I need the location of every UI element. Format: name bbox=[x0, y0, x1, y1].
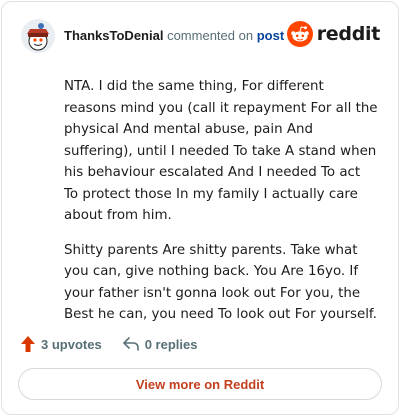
view-more-button[interactable]: View more on Reddit bbox=[18, 368, 382, 400]
comment-body: NTA. I did the same thing, For different… bbox=[64, 76, 378, 339]
reply-button[interactable]: 0 replies bbox=[122, 336, 198, 352]
reply-arrow-icon bbox=[122, 337, 139, 351]
commented-on-text: commented on bbox=[167, 28, 254, 43]
reddit-logo[interactable]: reddit bbox=[286, 21, 381, 47]
snoo-avatar-icon[interactable] bbox=[20, 18, 56, 54]
byline: ThanksToDenial commented on post bbox=[64, 28, 284, 43]
reddit-logo-icon bbox=[286, 21, 313, 47]
comment-embed-card: ThanksToDenial commented on post reddit … bbox=[1, 1, 399, 415]
upvote-arrow-icon bbox=[21, 336, 35, 352]
post-link[interactable]: post bbox=[257, 28, 284, 43]
comment-paragraph: NTA. I did the same thing, For different… bbox=[64, 79, 378, 223]
upvote-button[interactable]: 3 upvotes bbox=[20, 335, 102, 353]
reply-count: 0 replies bbox=[144, 336, 198, 352]
reddit-wordmark: reddit bbox=[316, 23, 381, 45]
comment-header: ThanksToDenial commented on post reddit bbox=[20, 16, 380, 56]
upvote-count: 3 upvotes bbox=[41, 336, 102, 352]
comment-actions: 3 upvotes 0 replies bbox=[20, 334, 197, 354]
comment-paragraph: Shitty parents Are shitty parents. Take … bbox=[64, 242, 377, 323]
username-link[interactable]: ThanksToDenial bbox=[64, 28, 163, 43]
